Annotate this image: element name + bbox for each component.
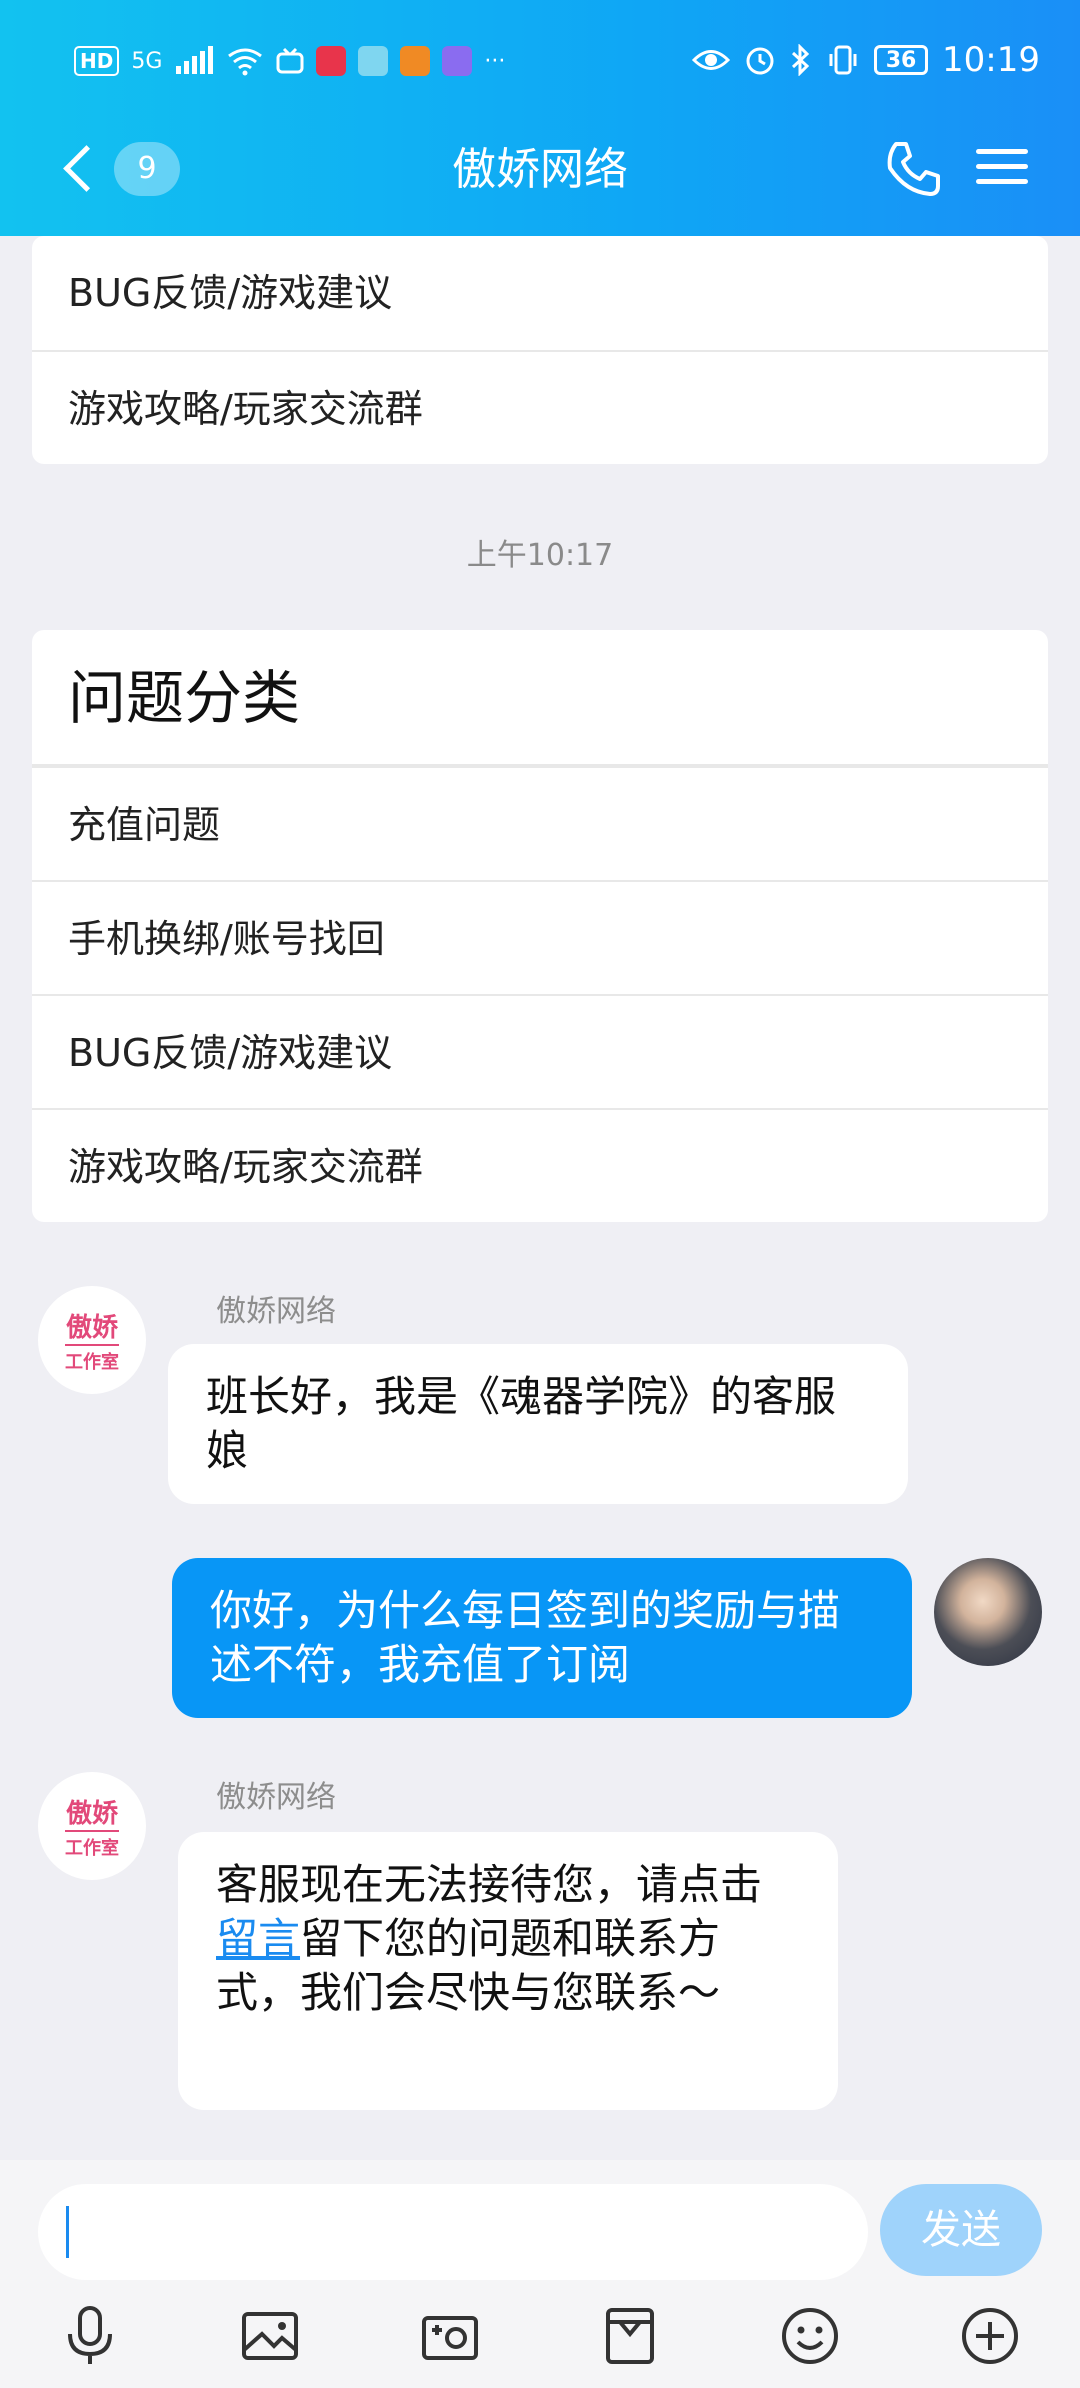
- network-type: 5G: [131, 48, 163, 74]
- text-caret: [66, 2206, 69, 2258]
- red-app-icon: [316, 46, 347, 76]
- service-avatar[interactable]: 傲娇 工作室: [38, 1286, 146, 1394]
- quick-menu-card: BUG反馈/游戏建议 游戏攻略/玩家交流群: [32, 236, 1048, 464]
- category-card: 问题分类 充值问题 手机换绑/账号找回 BUG反馈/游戏建议 游戏攻略/玩家交流…: [32, 630, 1048, 1222]
- menu-line: [976, 179, 1028, 184]
- menu-line: [976, 164, 1028, 169]
- avatar-brand-text: 傲娇: [65, 1312, 118, 1343]
- status-right: 36 10:19: [692, 40, 1040, 80]
- battery-icon: 36: [874, 45, 929, 75]
- tv-app-icon: [276, 47, 304, 74]
- vibrate-icon: [829, 45, 857, 75]
- leave-message-link[interactable]: 留言: [216, 1914, 300, 1963]
- hd-badge: HD: [74, 46, 120, 76]
- book-app-icon: [358, 46, 389, 76]
- message-bubble-self[interactable]: 你好，为什么每日签到的奖励与描述不符，我充值了订阅: [172, 1558, 912, 1718]
- image-icon[interactable]: [238, 2304, 302, 2368]
- avatar-brand-subtext: 工作室: [65, 1343, 119, 1374]
- signal-icon: [176, 46, 214, 74]
- alarm-icon: [746, 47, 774, 75]
- quick-menu-item[interactable]: 游戏攻略/玩家交流群: [32, 350, 1048, 464]
- music-app-icon: [442, 46, 473, 76]
- message-timestamp: 上午10:17: [466, 538, 614, 573]
- phone-call-icon[interactable]: [880, 138, 944, 202]
- sender-name: 傲娇网络: [216, 1294, 336, 1329]
- auto-reply-text: 客服现在无法接待您，请点击: [216, 1860, 763, 1909]
- emoji-icon[interactable]: [778, 2304, 842, 2368]
- video-app-icon: [400, 46, 431, 76]
- message-bubble[interactable]: 班长好，我是《魂器学院》的客服娘: [168, 1344, 908, 1504]
- avatar-brand-text: 傲娇: [65, 1798, 118, 1829]
- menu-button[interactable]: [972, 142, 1032, 198]
- category-item[interactable]: 充值问题: [32, 766, 1048, 880]
- clock: 10:19: [942, 40, 1040, 80]
- plus-icon[interactable]: [958, 2304, 1022, 2368]
- bluetooth-icon: [791, 44, 810, 76]
- category-heading: 问题分类: [32, 630, 1048, 766]
- status-left: HD 5G ···: [74, 46, 505, 76]
- mic-icon[interactable]: [58, 2304, 122, 2368]
- status-bar: HD 5G ··· 36 10:19: [0, 40, 1080, 90]
- message-input[interactable]: [38, 2184, 868, 2280]
- input-toolbar: [0, 2292, 1080, 2382]
- nav-bar: 9 傲娇网络: [0, 120, 1080, 220]
- menu-line: [976, 149, 1028, 154]
- camera-icon[interactable]: [418, 2304, 482, 2368]
- avatar-brand-subtext: 工作室: [65, 1829, 119, 1860]
- send-button[interactable]: 发送: [880, 2184, 1042, 2276]
- category-item[interactable]: BUG反馈/游戏建议: [32, 994, 1048, 1108]
- file-icon[interactable]: [598, 2304, 662, 2368]
- category-item[interactable]: 游戏攻略/玩家交流群: [32, 1108, 1048, 1222]
- eye-icon: [692, 50, 731, 70]
- more-notifications-icon: ···: [484, 48, 506, 74]
- wifi-icon: [228, 48, 263, 76]
- sender-name: 傲娇网络: [216, 1780, 336, 1815]
- service-avatar[interactable]: 傲娇 工作室: [38, 1772, 146, 1880]
- top-bar: HD 5G ··· 36 10:19 9 傲娇网络: [0, 0, 1080, 236]
- user-avatar[interactable]: [934, 1558, 1042, 1666]
- quick-menu-item[interactable]: BUG反馈/游戏建议: [32, 236, 1048, 350]
- category-item[interactable]: 手机换绑/账号找回: [32, 880, 1048, 994]
- composer-area: 发送: [0, 2160, 1080, 2388]
- auto-reply-bubble: 客服现在无法接待您，请点击留言留下您的问题和联系方式，我们会尽快与您联系～: [178, 1832, 838, 2110]
